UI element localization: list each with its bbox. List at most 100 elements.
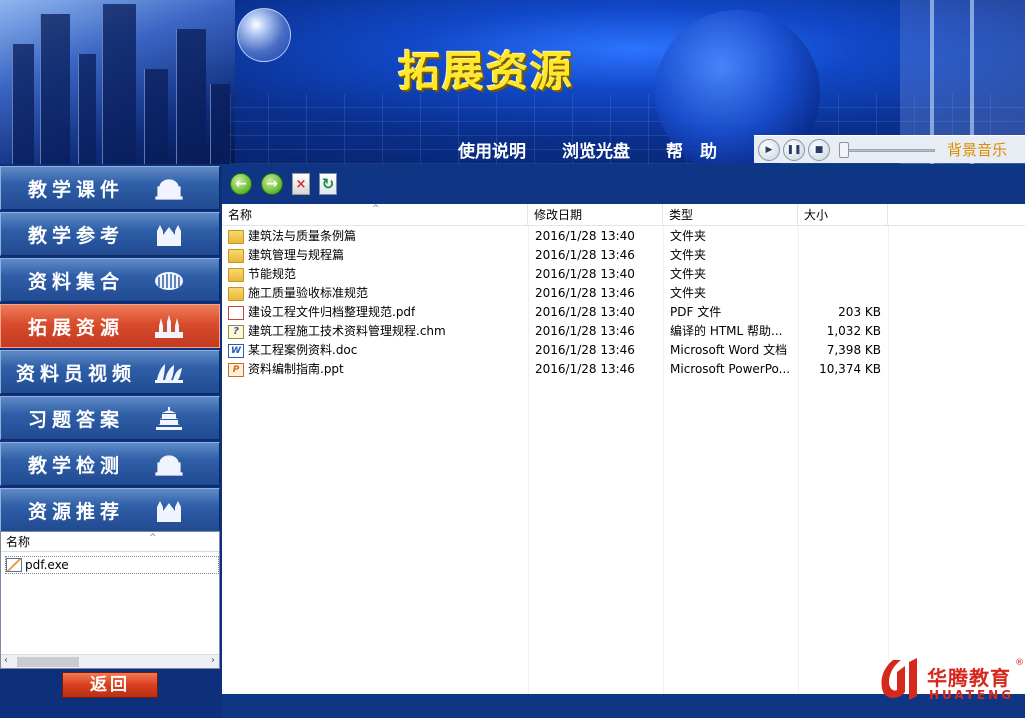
logo-text-en: HUATENG — [929, 688, 1015, 702]
sidebar-item-label: 拓展资源 — [27, 316, 124, 339]
sidebar-item-courseware[interactable]: 教学课件 — [0, 166, 220, 210]
sidebar-item-label: 教学参考 — [27, 224, 124, 247]
folder-icon — [228, 248, 244, 263]
forward-arrow-icon[interactable]: → — [261, 173, 283, 195]
file-name: 资料编制指南.ppt — [248, 362, 344, 376]
file-date: 2016/1/28 13:46 — [535, 362, 635, 376]
file-name: 建筑管理与规程篇 — [248, 248, 345, 262]
huateng-logo-mark-icon — [881, 658, 917, 700]
huateng-logo: 华腾教育 HUATENG ® — [875, 656, 1025, 708]
logo-text-cn: 华腾教育 — [927, 666, 1011, 690]
back-button[interactable]: 返回 — [62, 672, 158, 698]
file-date: 2016/1/28 13:46 — [535, 324, 635, 338]
file-type: 编译的 HTML 帮助... — [670, 324, 783, 338]
volume-track — [839, 148, 935, 152]
scroll-right-icon[interactable]: › — [211, 655, 215, 666]
list-item[interactable]: pdf.exe — [5, 556, 219, 574]
file-date: 2016/1/28 13:40 — [535, 267, 635, 281]
table-row[interactable]: 建筑法与质量条例篇 2016/1/28 13:40 文件夹 — [222, 227, 1025, 246]
file-size: 7,398 KB — [826, 343, 881, 357]
powerpoint-file-icon: P — [228, 362, 244, 377]
side-column-name: 名称 — [6, 535, 31, 549]
back-arrow-icon[interactable]: ← — [230, 173, 252, 195]
registered-mark: ® — [1015, 658, 1024, 668]
city-skyline-image — [0, 0, 235, 164]
stop-icon[interactable]: ■ — [808, 138, 830, 161]
column-header-size[interactable]: 大小 — [798, 204, 888, 226]
chm-help-file-icon: ? — [228, 324, 244, 339]
main-panel: ← → × ↻ 名称 ^ 修改日期 类型 大小 建筑法与质量条例篇 2016/1… — [222, 164, 1025, 718]
sidebar-item-extended-resources[interactable]: 拓展资源 — [0, 304, 220, 348]
column-name-label: 名称 — [228, 208, 253, 222]
table-row[interactable]: P 资料编制指南.ppt 2016/1/28 13:46 Microsoft Po… — [222, 360, 1025, 379]
file-type: 文件夹 — [670, 229, 707, 243]
dome-building-icon — [153, 175, 185, 201]
volume-slider[interactable] — [839, 141, 935, 158]
file-date: 2016/1/28 13:46 — [535, 343, 635, 357]
pause-icon[interactable]: ❚❚ — [783, 138, 805, 161]
sidebar-item-label: 资料集合 — [27, 270, 124, 293]
column-header-type[interactable]: 类型 — [663, 204, 798, 226]
table-row[interactable]: 建设工程文件归档整理规范.pdf 2016/1/28 13:40 PDF 文件 … — [222, 303, 1025, 322]
table-row[interactable]: ? 建筑工程施工技术资料管理规程.chm 2016/1/28 13:46 编译的 … — [222, 322, 1025, 341]
column-type-label: 类型 — [669, 208, 694, 222]
play-icon[interactable]: ▶ — [758, 138, 780, 161]
file-list-header: 名称 ^ 修改日期 类型 大小 — [222, 204, 1025, 226]
browser-toolbar: ← → × ↻ — [222, 164, 1025, 204]
table-row[interactable]: 建筑管理与规程篇 2016/1/28 13:46 文件夹 — [222, 246, 1025, 265]
file-name: 建设工程文件归档整理规范.pdf — [248, 305, 416, 319]
file-date: 2016/1/28 13:40 — [535, 305, 635, 319]
sort-caret-icon: ^ — [372, 204, 380, 214]
file-type: 文件夹 — [670, 286, 707, 300]
refresh-icon[interactable]: ↻ — [319, 173, 337, 195]
cathedral-icon — [153, 221, 185, 247]
table-row[interactable]: 节能规范 2016/1/28 13:40 文件夹 — [222, 265, 1025, 284]
sidebar-item-resource-recommend[interactable]: 资源推荐 — [0, 488, 220, 532]
kremlin-icon — [153, 313, 185, 339]
table-row[interactable]: W 某工程案例资料.doc 2016/1/28 13:46 Microsoft W… — [222, 341, 1025, 360]
file-size: 203 KB — [838, 305, 881, 319]
pdf-file-icon — [228, 305, 244, 320]
top-nav: 使用说明 浏览光盘 帮 助 — [440, 140, 735, 164]
file-date: 2016/1/28 13:40 — [535, 229, 635, 243]
sidebar-item-videos[interactable]: 资料员视频 — [0, 350, 220, 394]
sidebar-item-label: 资源推荐 — [27, 500, 124, 523]
sidebar-item-exercise-answers[interactable]: 习题答案 — [0, 396, 220, 440]
file-name: 节能规范 — [248, 267, 297, 281]
sidebar-item-label: 教学课件 — [27, 178, 124, 201]
column-header-name[interactable]: 名称 ^ — [222, 204, 528, 226]
scroll-thumb[interactable] — [17, 657, 79, 667]
sidebar-item-label: 习题答案 — [27, 408, 124, 431]
nav-help[interactable]: 帮 助 — [648, 140, 735, 164]
file-size: 1,032 KB — [826, 324, 881, 338]
table-row[interactable]: 施工质量验收标准规范 2016/1/28 13:46 文件夹 — [222, 284, 1025, 303]
file-date: 2016/1/28 13:46 — [535, 248, 635, 262]
stop-icon[interactable]: × — [292, 173, 310, 195]
nav-usage-instructions[interactable]: 使用说明 — [440, 140, 544, 164]
nav-browse-disc[interactable]: 浏览光盘 — [544, 140, 648, 164]
file-type: 文件夹 — [670, 267, 707, 281]
file-type: PDF 文件 — [670, 305, 722, 319]
scroll-left-icon[interactable]: ‹ — [4, 655, 8, 666]
word-document-icon: W — [228, 343, 244, 358]
column-date-label: 修改日期 — [534, 208, 583, 222]
file-name: 某工程案例资料.doc — [248, 343, 358, 357]
exe-file-icon — [6, 558, 22, 572]
page-title: 拓展资源 — [398, 47, 575, 96]
sidebar-item-teaching-reference[interactable]: 教学参考 — [0, 212, 220, 256]
file-name: 建筑法与质量条例篇 — [248, 229, 357, 243]
temple-of-heaven-icon — [153, 405, 185, 431]
folder-icon — [228, 286, 244, 301]
music-player: ▶ ❚❚ ■ 背景音乐 — [754, 135, 1025, 163]
column-header-date[interactable]: 修改日期 — [528, 204, 663, 226]
volume-thumb[interactable] — [839, 141, 849, 158]
sidebar-item-data-collection[interactable]: 资料集合 — [0, 258, 220, 302]
sort-caret-icon: ^ — [149, 533, 157, 543]
sidebar-item-teaching-test[interactable]: 教学检测 — [0, 442, 220, 486]
side-list-header[interactable]: 名称 ^ — [1, 532, 219, 552]
bubble-decoration — [237, 8, 291, 62]
file-type: Microsoft PowerPo... — [670, 362, 791, 376]
file-type: Microsoft Word 文档 — [670, 343, 788, 357]
file-list: 名称 ^ 修改日期 类型 大小 建筑法与质量条例篇 2016/1/28 13:4… — [222, 204, 1025, 694]
horizontal-scrollbar[interactable]: ‹ › — [1, 654, 219, 668]
